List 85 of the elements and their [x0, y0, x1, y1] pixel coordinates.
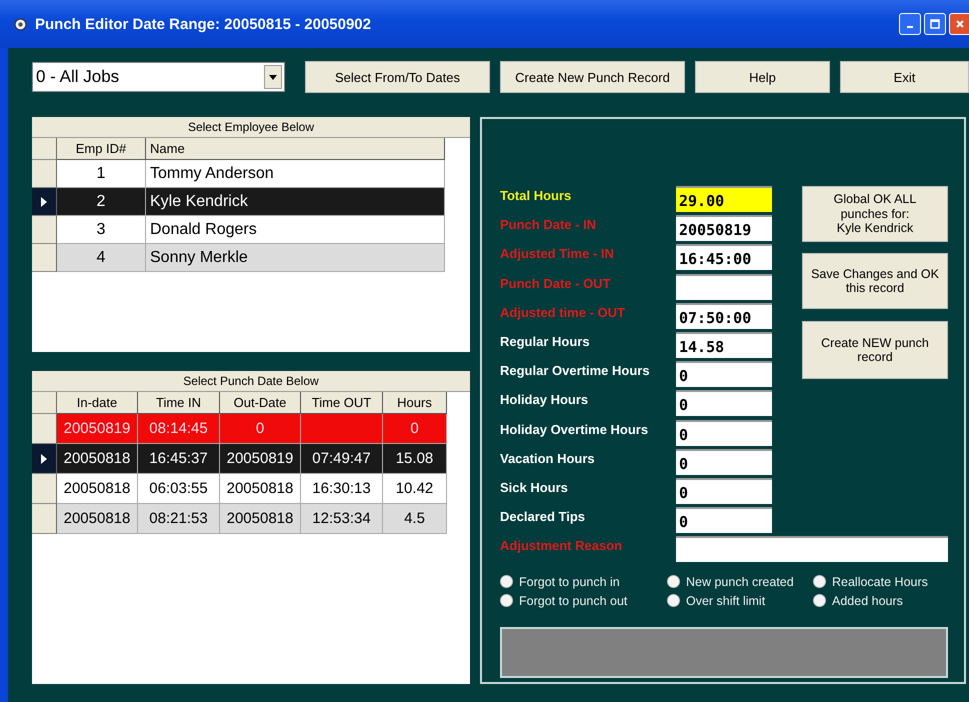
radio-label[interactable]: Forgot to punch out: [519, 594, 628, 608]
action-button[interactable]: Save Changes and OK this record: [802, 253, 948, 309]
close-icon: [954, 19, 964, 29]
grid-title: Select Punch Date Below: [32, 371, 470, 392]
column-header[interactable]: Time OUT: [301, 392, 383, 414]
toolbar-button[interactable]: Exit: [840, 61, 969, 93]
field-label: Punch Date - OUT: [500, 274, 612, 293]
field-label: Regular Hours: [500, 332, 591, 351]
input-field[interactable]: [676, 274, 772, 300]
column-header[interactable]: Out-Date: [220, 392, 301, 414]
corner-cell: [32, 138, 57, 160]
field-label: Regular Overtime Hours: [500, 362, 651, 380]
column-header[interactable]: Name: [146, 138, 445, 160]
input-field[interactable]: 0: [676, 420, 772, 446]
input-field[interactable]: 07:50:00: [676, 302, 772, 329]
corner-cell: [32, 392, 57, 414]
input-field[interactable]: 0: [676, 478, 772, 504]
field-label: Sick Hours: [500, 478, 569, 497]
minimize-button[interactable]: [899, 13, 921, 35]
radio-button[interactable]: [813, 594, 826, 608]
toolbar-button[interactable]: Create New Punch Record: [500, 61, 685, 93]
radio-label[interactable]: Added hours: [832, 594, 903, 608]
field-label: Punch Date - IN: [500, 216, 598, 234]
table-row[interactable]: 20050818 16:45:37 20050819 07:49:47 15.08: [32, 444, 447, 474]
radio-button[interactable]: [667, 594, 680, 608]
maximize-icon: [930, 19, 940, 29]
action-button[interactable]: Create NEW punch record: [802, 321, 948, 379]
table-row[interactable]: 20050819 08:14:45 0 0: [32, 414, 447, 444]
field-label: Adjustment Reason: [500, 537, 624, 556]
toolbar-button[interactable]: Select From/To Dates: [305, 61, 490, 93]
table-cell: 20050818: [220, 504, 301, 534]
toolbar-button[interactable]: Help: [695, 61, 830, 93]
table-row[interactable]: 2 Kyle Kendrick: [32, 188, 445, 216]
input-field[interactable]: 29.00: [676, 186, 772, 212]
table-cell: 12:53:34: [301, 504, 383, 534]
close-button[interactable]: [949, 13, 969, 35]
table-cell: Sonny Merkle: [146, 244, 445, 272]
input-field[interactable]: 0: [676, 507, 772, 534]
radio-button[interactable]: [500, 575, 513, 588]
input-field[interactable]: 20050819: [676, 215, 772, 242]
input-field[interactable]: 0: [676, 361, 772, 388]
minimize-icon: [907, 26, 913, 28]
field-label: Holiday Hours: [500, 391, 590, 410]
table-row[interactable]: 3 Donald Rogers: [32, 216, 445, 244]
table-row[interactable]: 4 Sonny Merkle: [32, 244, 445, 272]
row-pointer-icon: [41, 454, 47, 464]
radio-label[interactable]: New punch created: [686, 574, 794, 589]
table-cell: 4.5: [383, 504, 447, 534]
table-row[interactable]: 20050818 08:21:53 20050818 12:53:34 4.5: [32, 504, 447, 534]
job-dropdown[interactable]: 0 - All Jobs: [32, 62, 285, 92]
field-label: Declared Tips: [500, 508, 586, 526]
radio-label[interactable]: Over shift limit: [686, 594, 766, 608]
maximize-button[interactable]: [924, 13, 946, 35]
field-label: Adjusted Time - IN: [500, 245, 615, 264]
column-header[interactable]: Time IN: [138, 392, 220, 414]
column-header[interactable]: Emp ID#: [57, 138, 146, 160]
field-label: Holiday Overtime Hours: [500, 420, 650, 439]
radio-label[interactable]: Reallocate Hours: [832, 574, 928, 589]
input-field[interactable]: [676, 536, 948, 562]
input-field[interactable]: 16:45:00: [676, 244, 772, 270]
table-row[interactable]: 20050818 06:03:55 20050818 16:30:13 10.42: [32, 474, 447, 504]
action-button[interactable]: Global OK ALL punches for: Kyle Kendrick: [802, 186, 948, 242]
field-label: Adjusted time - OUT: [500, 304, 626, 322]
input-field[interactable]: 0: [676, 390, 772, 416]
column-header[interactable]: Hours: [383, 392, 447, 414]
field-label: Vacation Hours: [500, 450, 596, 468]
dropdown-arrow-icon: [269, 74, 277, 80]
table-cell: 4: [57, 244, 146, 272]
row-selector[interactable]: [32, 188, 57, 216]
radio-button[interactable]: [500, 594, 513, 608]
input-field[interactable]: 14.58: [676, 332, 772, 358]
radio-label[interactable]: Forgot to punch in: [519, 574, 620, 589]
row-pointer-icon: [41, 196, 47, 206]
grid-title: Select Employee Below: [32, 117, 470, 138]
radio-button[interactable]: [813, 575, 826, 588]
radio-button[interactable]: [667, 575, 680, 588]
app-icon: [14, 18, 27, 30]
column-header[interactable]: In-date: [57, 392, 138, 414]
row-selector[interactable]: [32, 444, 57, 474]
table-cell: 20050818: [57, 504, 138, 534]
field-label: Total Hours: [500, 187, 572, 205]
table-row[interactable]: 1 Tommy Anderson: [32, 160, 445, 188]
table-cell: 08:21:53: [138, 504, 220, 534]
window-title: Punch Editor Date Range: 20050815 - 20050902: [35, 16, 372, 32]
input-field[interactable]: 0: [676, 448, 772, 475]
